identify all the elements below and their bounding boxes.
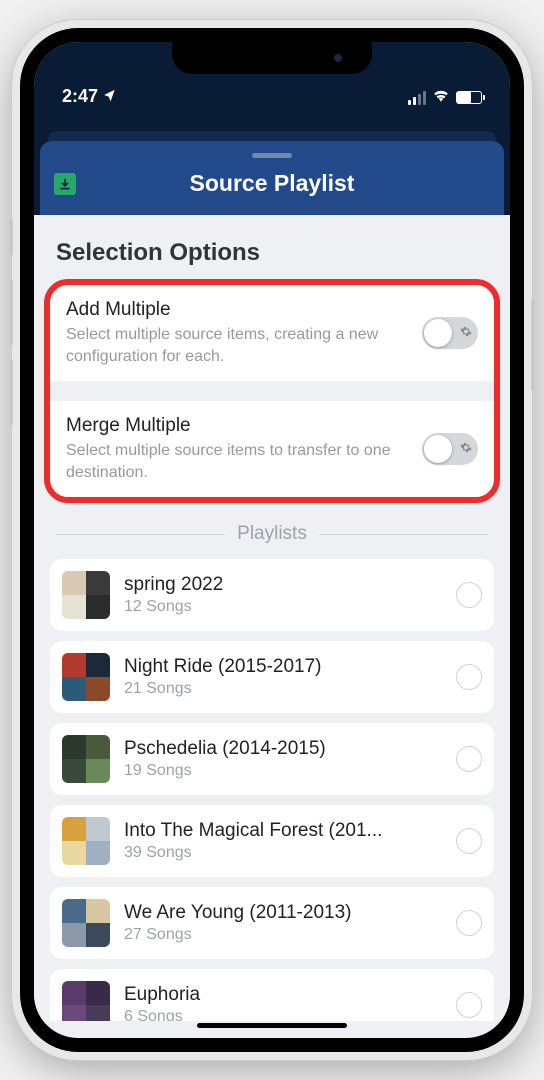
playlist-artwork [62,653,110,701]
playlist-artwork [62,817,110,865]
highlighted-options: Add Multiple Select multiple source item… [44,279,500,503]
playlist-title: Euphoria [124,984,442,1006]
modal-header: Source Playlist [40,141,504,215]
merge-multiple-toggle[interactable] [422,433,478,465]
screen: 2:47 [34,42,510,1038]
playlists-header: Playlists [237,523,307,545]
playlist-subtitle: 19 Songs [124,762,442,780]
playlist-artwork [62,735,110,783]
playlist-subtitle: 39 Songs [124,844,442,862]
playlist-radio[interactable] [456,746,482,772]
option-merge-multiple: Merge Multiple Select multiple source it… [50,401,494,497]
playlist-title: spring 2022 [124,574,442,596]
content-area: Selection Options Add Multiple Select mu… [34,215,510,1021]
playlist-item[interactable]: Pschedelia (2014-2015) 19 Songs [50,723,494,795]
playlist-artwork [62,571,110,619]
playlist-radio[interactable] [456,664,482,690]
playlist-subtitle: 6 Songs [124,1008,442,1021]
playlist-artwork [62,899,110,947]
camera-dot [334,54,342,62]
playlists-divider: Playlists [56,523,488,545]
playlist-title: Pschedelia (2014-2015) [124,738,442,760]
gear-icon [460,326,472,341]
drag-handle[interactable] [252,153,292,158]
phone-bezel: 2:47 [20,28,524,1052]
playlist-artwork [62,981,110,1021]
status-time: 2:47 [62,86,98,107]
playlist-item[interactable]: Euphoria 6 Songs [50,969,494,1021]
power-button [531,300,535,390]
home-indicator[interactable] [197,1023,347,1028]
playlist-item[interactable]: Night Ride (2015-2017) 21 Songs [50,641,494,713]
option-description: Select multiple source items to transfer… [66,440,410,483]
playlist-item[interactable]: Into The Magical Forest (201... 39 Songs [50,805,494,877]
playlist-title: Into The Magical Forest (201... [124,820,442,842]
playlist-item[interactable]: We Are Young (2011-2013) 27 Songs [50,887,494,959]
volume-up-button [9,280,13,345]
playlist-subtitle: 21 Songs [124,680,442,698]
page-title: Source Playlist [190,170,355,197]
playlist-radio[interactable] [456,828,482,854]
wifi-icon [432,88,450,107]
option-title: Add Multiple [66,299,410,321]
option-title: Merge Multiple [66,415,410,437]
playlist-item[interactable]: spring 2022 12 Songs [50,559,494,631]
gear-icon [460,442,472,457]
playlist-radio[interactable] [456,910,482,936]
playlist-subtitle: 12 Songs [124,598,442,616]
battery-icon [456,91,482,104]
section-title: Selection Options [34,233,510,279]
phone-frame: 2:47 [12,20,532,1060]
option-description: Select multiple source items, creating a… [66,324,410,367]
option-add-multiple: Add Multiple Select multiple source item… [50,285,494,381]
playlist-title: We Are Young (2011-2013) [124,902,442,924]
mute-switch [9,220,13,255]
playlist-radio[interactable] [456,582,482,608]
playlist-subtitle: 27 Songs [124,926,442,944]
playlist-title: Night Ride (2015-2017) [124,656,442,678]
notch [172,42,372,74]
playlist-radio[interactable] [456,992,482,1018]
background-sheet [48,131,496,141]
download-icon[interactable] [54,173,76,195]
background-sheets: Source Playlist [34,117,510,215]
playlist-list[interactable]: spring 2022 12 Songs Night Ride (2015-2017… [34,559,510,1021]
cellular-icon [408,91,426,105]
location-icon [103,86,117,107]
volume-down-button [9,360,13,425]
add-multiple-toggle[interactable] [422,317,478,349]
